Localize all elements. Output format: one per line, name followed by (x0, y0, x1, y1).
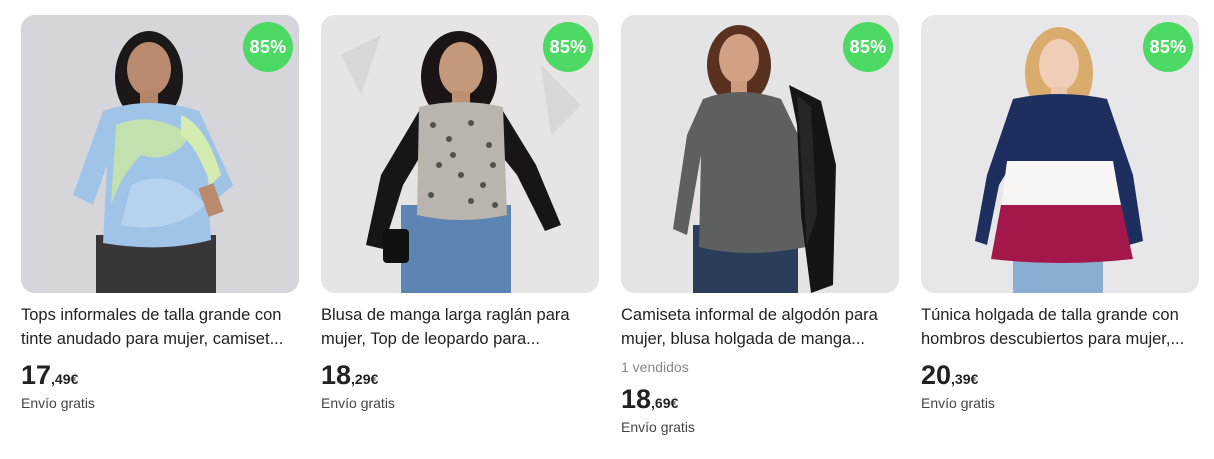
product-grid: 85% Tops informales de talla grande con … (21, 15, 1199, 435)
product-card[interactable]: 85% Blusa de manga larga raglán para muj… (321, 15, 599, 435)
product-image[interactable]: 85% (621, 15, 899, 293)
price-integer: 18 (321, 360, 352, 390)
product-card[interactable]: 85% Túnica holgada de talla grande con h… (921, 15, 1199, 435)
discount-badge: 85% (1143, 22, 1193, 72)
product-title[interactable]: Tops informales de talla grande con tint… (21, 303, 299, 351)
discount-badge: 85% (843, 22, 893, 72)
discount-badge: 85% (543, 22, 593, 72)
product-image[interactable]: 85% (921, 15, 1199, 293)
product-price: 17 ,49€ (21, 359, 299, 391)
price-integer: 18 (621, 384, 652, 414)
price-decimal: ,49€ (51, 371, 79, 387)
price-integer: 20 (921, 360, 952, 390)
sold-count: 1 vendidos (621, 359, 689, 375)
price-decimal: ,39€ (951, 371, 979, 387)
product-image[interactable]: 85% (21, 15, 299, 293)
product-card[interactable]: 85% Camiseta informal de algodón para mu… (621, 15, 899, 435)
product-title[interactable]: Camiseta informal de algodón para mujer,… (621, 303, 899, 351)
product-price: 18 ,29€ (321, 359, 599, 391)
price-decimal: ,29€ (351, 371, 379, 387)
shipping-label: Envío gratis (321, 395, 395, 411)
shipping-label: Envío gratis (921, 395, 995, 411)
product-price: 20 ,39€ (921, 359, 1199, 391)
price-integer: 17 (21, 360, 52, 390)
product-title[interactable]: Blusa de manga larga raglán para mujer, … (321, 303, 599, 351)
shipping-label: Envío gratis (21, 395, 95, 411)
price-decimal: ,69€ (651, 395, 679, 411)
product-card[interactable]: 85% Tops informales de talla grande con … (21, 15, 299, 435)
product-title[interactable]: Túnica holgada de talla grande con hombr… (921, 303, 1199, 351)
product-image[interactable]: 85% (321, 15, 599, 293)
product-price: 18 ,69€ (621, 383, 899, 415)
shipping-label: Envío gratis (621, 419, 695, 435)
discount-badge: 85% (243, 22, 293, 72)
